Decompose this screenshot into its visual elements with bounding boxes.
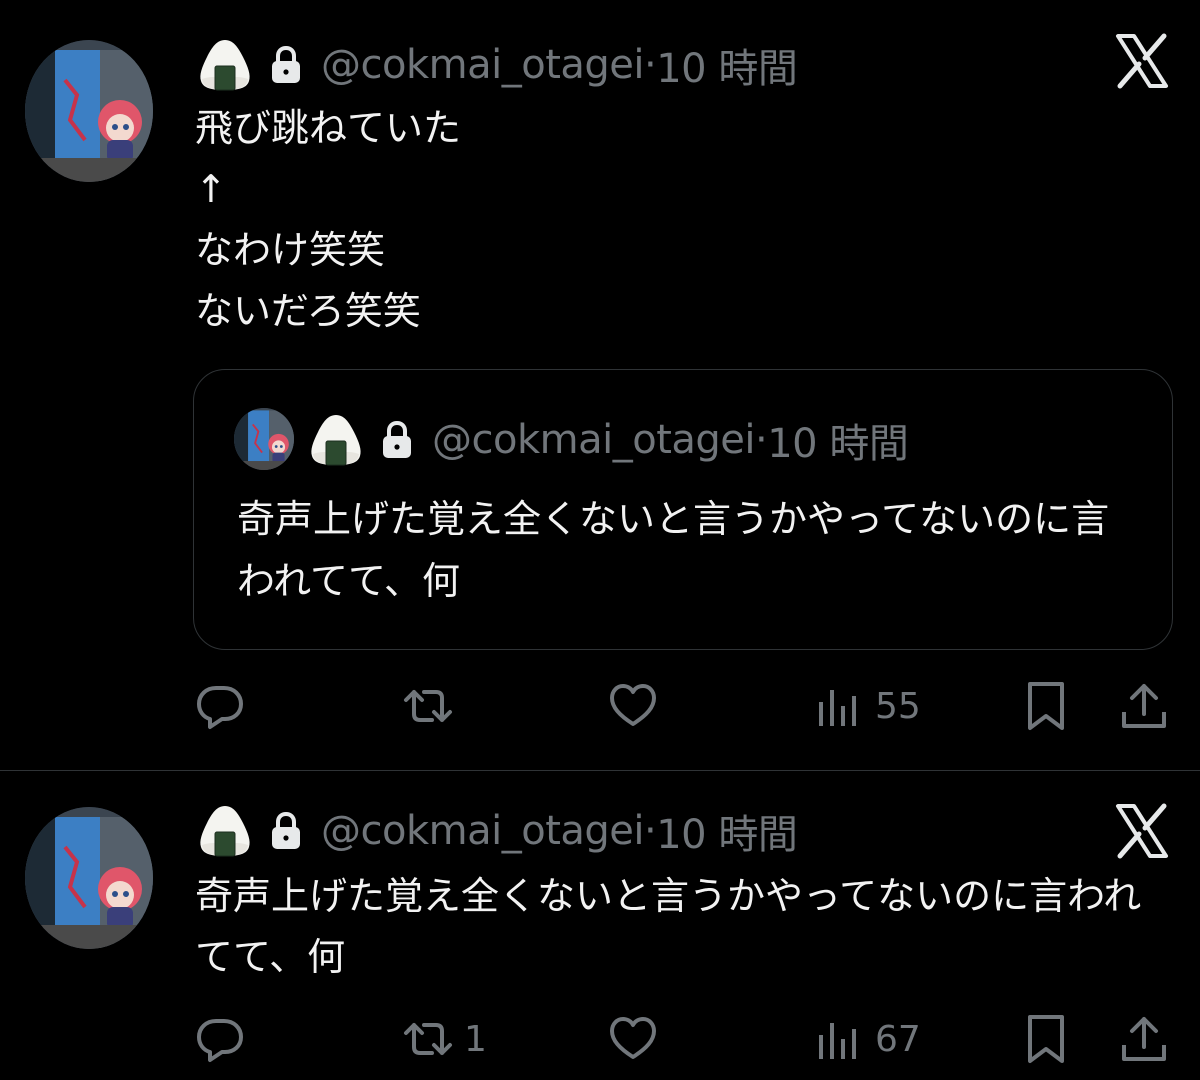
views-icon [813, 680, 865, 732]
timestamp[interactable]: 10 時間 [656, 802, 798, 860]
user-handle[interactable]: @cokmai_otagei [321, 808, 645, 854]
x-logo-icon [1114, 33, 1170, 89]
bookmark-button[interactable] [1020, 676, 1072, 736]
quoted-tweet[interactable]: @cokmai_otagei · 10 時間 奇声上げた覚え全くないと言うかやっ… [193, 369, 1173, 650]
tweet-card[interactable]: @cokmai_otagei · 10 時間 奇声上げた覚え全くないと言うかやっ… [0, 771, 1200, 1080]
like-button[interactable] [607, 676, 669, 736]
onigiri-icon [306, 410, 366, 470]
avatar-image [25, 40, 153, 182]
views-button[interactable]: 55 [813, 676, 921, 736]
bookmark-icon [1020, 1013, 1072, 1065]
onigiri-icon [195, 35, 255, 95]
retweet-count: 1 [464, 1018, 487, 1060]
tweet-header: @cokmai_otagei · 10 時間 [195, 35, 798, 95]
x-logo-icon [1114, 803, 1170, 859]
lock-icon [269, 811, 303, 851]
quoted-user-handle: @cokmai_otagei [432, 417, 756, 463]
quoted-timestamp: 10 時間 [767, 421, 909, 467]
action-bar: 55 [0, 676, 1200, 736]
share-button[interactable] [1118, 1009, 1170, 1069]
like-icon [607, 1013, 659, 1065]
bookmark-icon [1020, 680, 1072, 732]
views-button[interactable]: 67 [813, 1009, 921, 1069]
avatar-image [25, 807, 153, 949]
action-bar: 1 67 [0, 1009, 1200, 1069]
quoted-avatar-image [234, 408, 294, 470]
views-count: 55 [875, 685, 921, 727]
lock-icon [380, 420, 414, 460]
quoted-avatar [234, 408, 294, 470]
quoted-text: 奇声上げた覚え全くないと言うかやってないのに言われてて、何 [237, 497, 1110, 603]
lock-icon [269, 45, 303, 85]
reply-icon [194, 1013, 246, 1065]
onigiri-icon [195, 801, 255, 861]
like-icon [607, 680, 659, 732]
tweet-card[interactable]: @cokmai_otagei · 10 時間 飛び跳ねていた ↑ なわけ笑笑 な… [0, 0, 1200, 770]
reply-icon [194, 680, 246, 732]
tweet-text: 飛び跳ねていた ↑ なわけ笑笑 ないだろ笑笑 [195, 106, 462, 333]
reply-button[interactable] [194, 676, 256, 736]
share-icon [1118, 1013, 1170, 1065]
retweet-icon [402, 1013, 454, 1065]
reply-button[interactable] [194, 1009, 256, 1069]
retweet-button[interactable]: 1 [402, 1009, 487, 1069]
like-button[interactable] [607, 1009, 669, 1069]
header-separator: · [644, 42, 657, 88]
share-icon [1118, 680, 1170, 732]
views-icon [813, 1013, 865, 1065]
views-count: 67 [875, 1018, 921, 1060]
retweet-button[interactable] [402, 676, 464, 736]
tweet-text: 奇声上げた覚え全くないと言うかやってないのに言われてて、何 [195, 874, 1142, 979]
avatar[interactable] [25, 40, 153, 182]
retweet-icon [402, 680, 454, 732]
bookmark-button[interactable] [1020, 1009, 1072, 1069]
quoted-separator: · [755, 417, 768, 463]
user-handle[interactable]: @cokmai_otagei [321, 42, 645, 88]
share-button[interactable] [1118, 676, 1170, 736]
quoted-header: @cokmai_otagei · 10 時間 [306, 410, 909, 470]
tweet-header: @cokmai_otagei · 10 時間 [195, 801, 798, 861]
avatar[interactable] [25, 807, 153, 949]
timestamp[interactable]: 10 時間 [656, 36, 798, 94]
header-separator: · [644, 808, 657, 854]
